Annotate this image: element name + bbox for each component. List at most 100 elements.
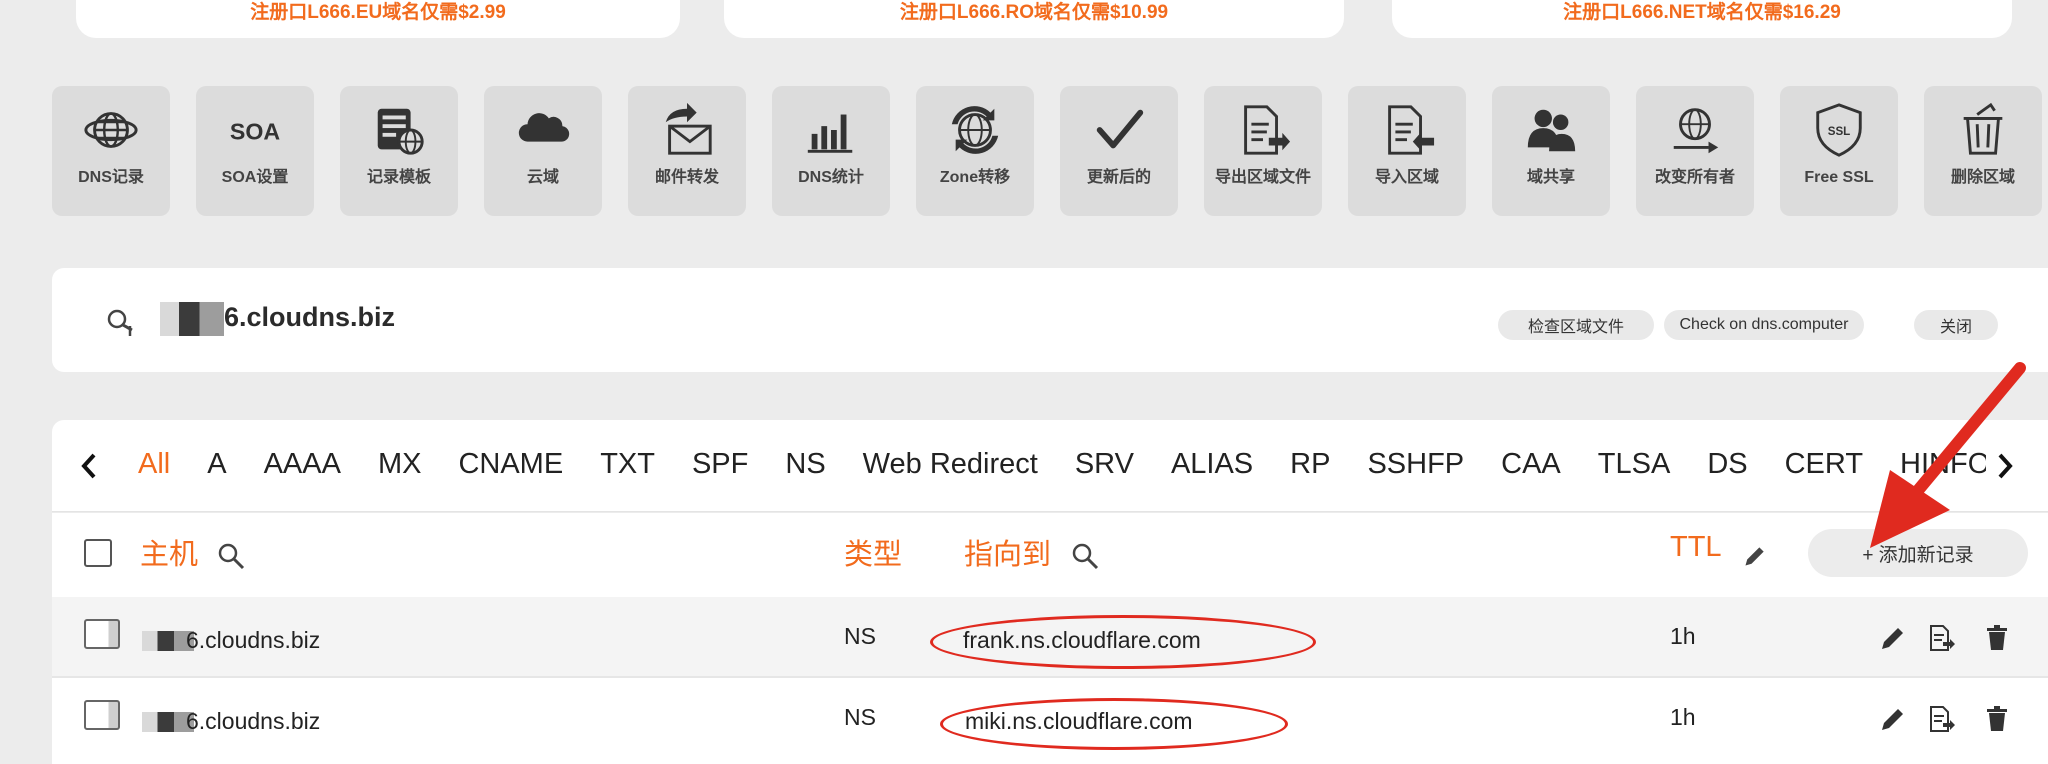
tool-export-zone[interactable]: 导出区域文件 — [1204, 86, 1322, 216]
tool-mail-forward[interactable]: 邮件转发 — [628, 86, 746, 216]
svg-text:SOA: SOA — [230, 119, 281, 145]
tab-tlsa[interactable]: TLSA — [1596, 448, 1673, 481]
tool-label: SOA设置 — [221, 169, 289, 186]
record-ttl: 1h — [1670, 623, 1696, 649]
pencil-icon[interactable] — [1742, 543, 1768, 569]
tool-soa-settings[interactable]: SOA SOA设置 — [196, 86, 314, 216]
tool-change-owner[interactable]: 改变所有者 — [1636, 86, 1754, 216]
search-icon[interactable] — [216, 541, 246, 571]
tool-dns-records[interactable]: DNS记录 — [52, 86, 170, 216]
promo-text: 注册口L666.EU域名仅需$2.99 — [250, 2, 506, 23]
promo-banner-eu[interactable]: 注册口L666.EU域名仅需$2.99 — [76, 0, 680, 38]
export-file-icon — [1231, 100, 1295, 160]
tab-caa[interactable]: CAA — [1499, 448, 1563, 481]
tool-delete-zone[interactable]: 删除区域 — [1924, 86, 2042, 216]
soa-icon: SOA — [223, 100, 287, 160]
record-points-to: miki.ns.cloudflare.com — [965, 708, 1193, 734]
column-header-points-to[interactable]: 指向到 — [964, 531, 1051, 573]
tab-alias[interactable]: ALIAS — [1169, 448, 1255, 481]
tool-label: 记录模板 — [366, 169, 431, 186]
mail-forward-icon — [655, 100, 719, 160]
tool-zone-transfer[interactable]: Zone转移 — [916, 86, 1034, 216]
tab-ns[interactable]: NS — [783, 448, 827, 481]
tab-cname[interactable]: CNAME — [456, 448, 565, 481]
tool-free-ssl[interactable]: SSL Free SSL — [1780, 86, 1898, 216]
tool-cloud-domain[interactable]: 云域 — [484, 86, 602, 216]
promo-text: 注册口L666.NET域名仅需$16.29 — [1563, 2, 1841, 23]
record-type: NS — [844, 623, 876, 649]
promo-banner-ro[interactable]: 注册口L666.RO域名仅需$10.99 — [724, 0, 1344, 38]
record-points-to: frank.ns.cloudflare.com — [963, 627, 1201, 653]
ssl-shield-icon: SSL — [1807, 100, 1871, 160]
close-button[interactable]: 关闭 — [1914, 310, 1998, 340]
tool-label: Free SSL — [1804, 169, 1874, 186]
record-ttl: 1h — [1670, 704, 1696, 730]
search-icon[interactable] — [106, 308, 136, 338]
users-icon — [1519, 100, 1583, 160]
table-row: 6.cloudns.biz NS frank.ns.cloudflare.com… — [52, 597, 2048, 677]
tool-label: 云域 — [526, 169, 559, 186]
tool-label: 邮件转发 — [654, 169, 719, 186]
search-icon[interactable] — [1070, 541, 1100, 571]
column-header-type[interactable]: 类型 — [844, 531, 902, 573]
column-header-host[interactable]: 主机 — [140, 531, 198, 573]
check-zone-file-button[interactable]: 检查区域文件 — [1498, 310, 1654, 340]
promo-text: 注册口L666.RO域名仅需$10.99 — [899, 2, 1169, 23]
record-host: 6.cloudns.biz — [186, 627, 321, 653]
tab-web-redirect[interactable]: Web Redirect — [861, 448, 1040, 481]
domain-name: 6.cloudns.biz — [224, 302, 396, 332]
tool-label: 改变所有者 — [1654, 169, 1735, 186]
redacted-block — [160, 302, 224, 336]
bar-stats-icon — [799, 100, 863, 160]
tool-label: 更新后的 — [1086, 169, 1151, 186]
tab-a[interactable]: A — [205, 448, 228, 481]
checkmark-icon — [1087, 100, 1151, 160]
row-checkbox[interactable] — [84, 619, 120, 649]
record-type: NS — [844, 704, 876, 730]
trash-icon[interactable] — [1982, 623, 2012, 653]
tab-aaaa[interactable]: AAAA — [262, 448, 343, 481]
change-owner-icon — [1663, 100, 1727, 160]
pencil-icon[interactable] — [1878, 704, 1908, 734]
select-all-checkbox[interactable] — [84, 539, 112, 567]
tool-import-zone[interactable]: 导入区域 — [1348, 86, 1466, 216]
tab-spf[interactable]: SPF — [690, 448, 750, 481]
pencil-icon[interactable] — [1878, 623, 1908, 653]
promo-banner-net[interactable]: 注册口L666.NET域名仅需$16.29 — [1392, 0, 2012, 38]
export-file-icon[interactable] — [1926, 704, 1956, 734]
tool-label: DNS记录 — [78, 169, 144, 186]
tab-srv[interactable]: SRV — [1073, 448, 1136, 481]
chevron-left-icon[interactable] — [74, 446, 104, 486]
row-checkbox[interactable] — [84, 700, 120, 730]
tab-hinfo[interactable]: HINFO — [1898, 448, 1986, 481]
check-dns-computer-button[interactable]: Check on dns.computer — [1664, 310, 1864, 340]
tool-record-templates[interactable]: 记录模板 — [340, 86, 458, 216]
tab-ds[interactable]: DS — [1705, 448, 1749, 481]
tool-updated[interactable]: 更新后的 — [1060, 86, 1178, 216]
tool-dns-stats[interactable]: DNS统计 — [772, 86, 890, 216]
tool-label: 删除区域 — [1950, 169, 2015, 186]
add-new-record-button[interactable]: + 添加新记录 — [1808, 529, 2028, 577]
record-host: 6.cloudns.biz — [186, 708, 321, 734]
tool-label: Zone转移 — [939, 169, 1011, 186]
export-file-icon[interactable] — [1926, 623, 1956, 653]
globe-icon — [79, 100, 143, 160]
tab-txt[interactable]: TXT — [598, 448, 657, 481]
tool-label: DNS统计 — [798, 169, 864, 186]
cloud-icon — [511, 100, 575, 160]
svg-text:SSL: SSL — [1828, 125, 1851, 138]
tab-rp[interactable]: RP — [1288, 448, 1332, 481]
tool-label: 导出区域文件 — [1214, 169, 1311, 186]
template-icon — [367, 100, 431, 160]
trash-icon — [1951, 100, 2015, 160]
tool-label: 导入区域 — [1374, 169, 1439, 186]
tool-domain-share[interactable]: 域共享 — [1492, 86, 1610, 216]
tab-sshfp[interactable]: SSHFP — [1365, 448, 1466, 481]
tab-all[interactable]: All — [136, 448, 172, 481]
trash-icon[interactable] — [1982, 704, 2012, 734]
chevron-right-icon[interactable] — [1990, 446, 2020, 486]
tab-mx[interactable]: MX — [376, 448, 424, 481]
tab-cert[interactable]: CERT — [1783, 448, 1865, 481]
column-header-ttl[interactable]: TTL — [1670, 531, 1722, 564]
import-file-icon — [1375, 100, 1439, 160]
